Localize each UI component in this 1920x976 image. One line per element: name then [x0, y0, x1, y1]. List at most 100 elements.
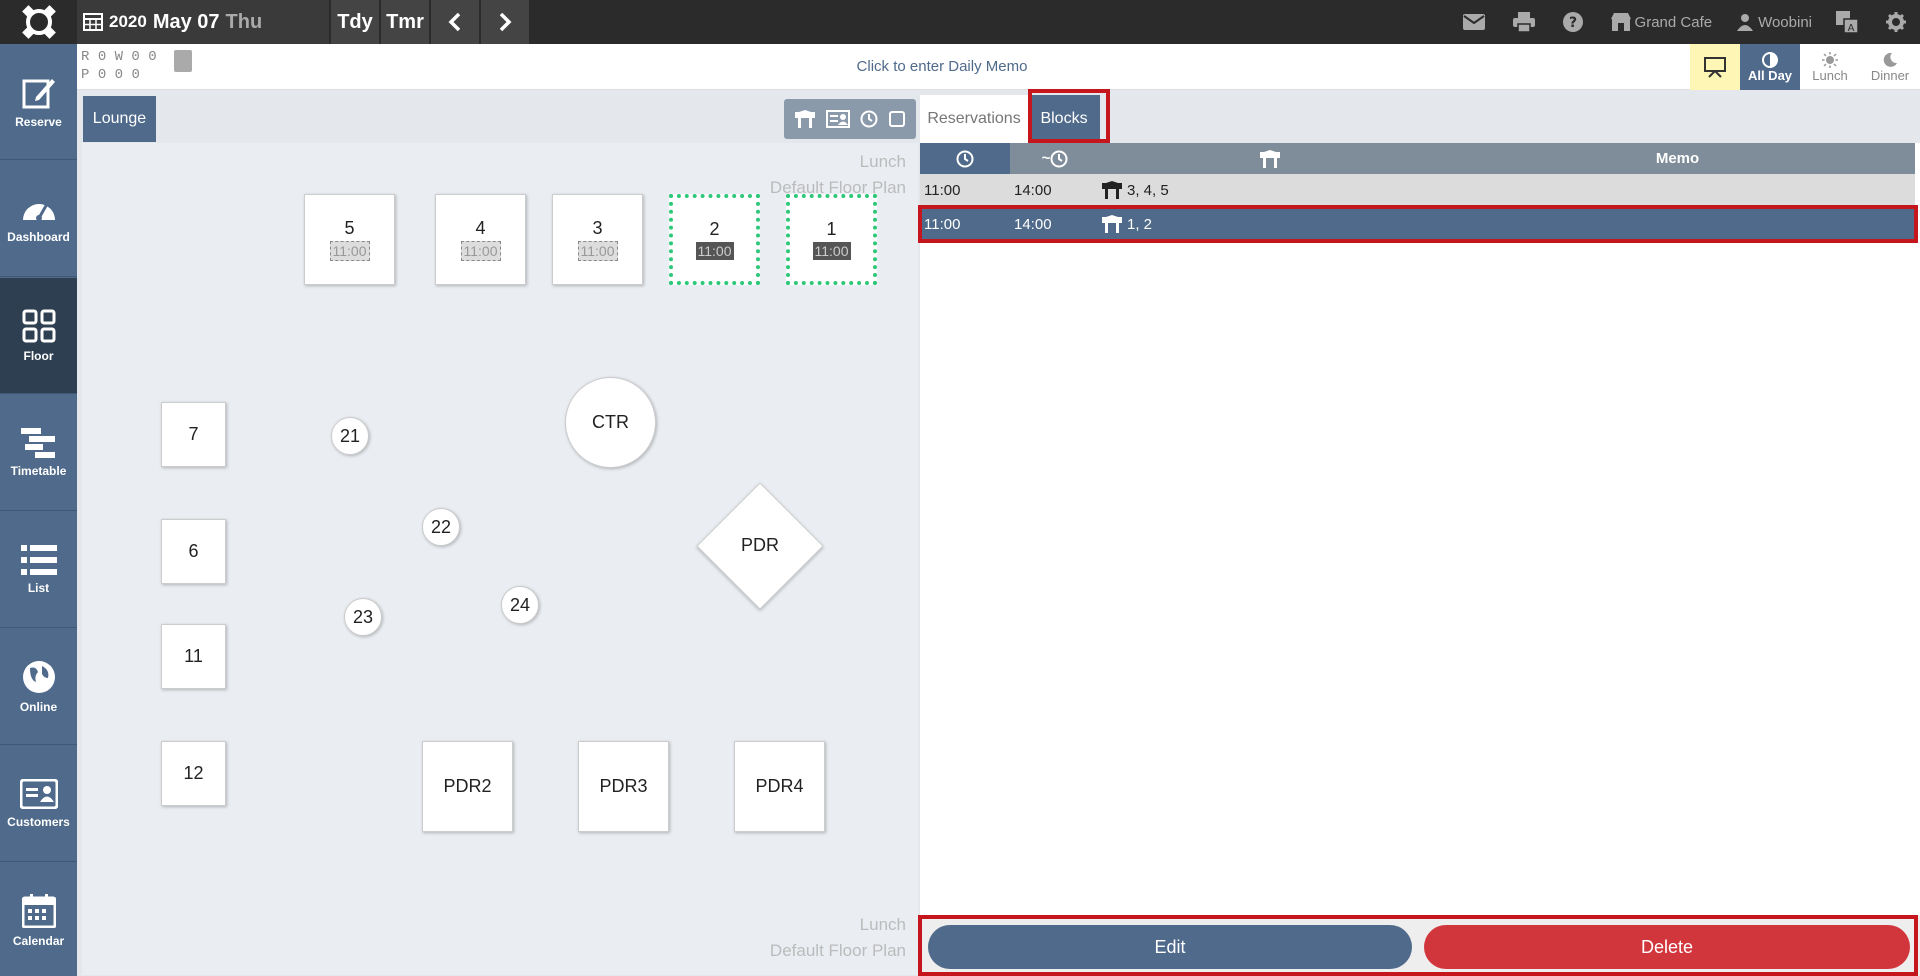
language-button[interactable]: A: [1836, 11, 1862, 33]
restaurant-selector[interactable]: Grand Cafe: [1610, 13, 1713, 31]
plan-name: Default Floor Plan: [769, 941, 906, 960]
table-21[interactable]: 21: [331, 417, 369, 455]
sidebar-item-customers[interactable]: Customers: [0, 746, 77, 862]
gauge-icon: [22, 202, 55, 221]
guest-card-icon[interactable]: [825, 110, 850, 128]
restaurant-name: Grand Cafe: [1634, 13, 1713, 31]
chevron-right-icon: [499, 12, 512, 32]
table-icon: [1102, 181, 1122, 199]
envelope-icon: [1462, 14, 1485, 30]
tab-blocks[interactable]: Blocks: [1028, 95, 1100, 143]
sidebar-item-label: Customers: [7, 814, 70, 829]
all-day-button[interactable]: All Day: [1740, 44, 1800, 90]
sidebar-item-label: Floor: [23, 348, 54, 363]
table-icon: [1102, 215, 1122, 233]
table-pdr3[interactable]: PDR3: [578, 741, 669, 832]
table-3[interactable]: 3 11:00: [552, 194, 643, 285]
sidebar-item-timetable[interactable]: Timetable: [0, 395, 77, 511]
svg-text:A: A: [1848, 23, 1855, 33]
col-start-time: [920, 143, 1010, 174]
blocks-table-header: ~ Memo: [920, 143, 1915, 174]
table-time: 11:00: [812, 242, 851, 260]
floor-plan: Lounge Lunch Default Floor Plan 5 11:00 …: [82, 95, 918, 975]
print-button[interactable]: [1512, 12, 1539, 32]
sidebar-item-online[interactable]: Online: [0, 629, 77, 745]
table-2[interactable]: 2 11:00: [669, 194, 760, 285]
all-day-label: All Day: [1747, 67, 1793, 83]
sidebar-item-label: Reserve: [15, 114, 62, 129]
settings-button[interactable]: [1886, 12, 1910, 32]
view-mode-toggle: All Day Lunch Dinner: [1690, 44, 1920, 90]
clock-icon: [1050, 150, 1068, 167]
status-row: R 0 W 0 0 P 0 0 0 Click to enter Daily M…: [77, 44, 1920, 90]
dinner-button[interactable]: Dinner: [1860, 44, 1920, 90]
sidebar-item-list[interactable]: List: [0, 512, 77, 628]
next-day-button[interactable]: [481, 0, 529, 44]
checkbox-icon[interactable]: [888, 111, 905, 127]
user-menu[interactable]: Woobini: [1736, 13, 1812, 31]
sidebar-item-floor[interactable]: Floor: [0, 278, 77, 394]
gear-icon: [1886, 12, 1906, 32]
date-picker[interactable]: 2020 May 07 Thu: [77, 0, 329, 44]
user-name: Woobini: [1758, 13, 1812, 31]
table-22[interactable]: 22: [422, 508, 460, 546]
col-end-time: ~: [1010, 143, 1100, 174]
lunch-button[interactable]: Lunch: [1800, 44, 1860, 90]
sidebar: Reserve Dashboard Floor Timetable List O…: [0, 44, 77, 976]
table-6[interactable]: 6: [161, 519, 226, 584]
sun-icon: [1822, 51, 1838, 68]
daily-memo-link[interactable]: Click to enter Daily Memo: [77, 58, 1807, 75]
table-7[interactable]: 7: [161, 402, 226, 467]
table-icon: [1260, 149, 1280, 168]
edit-icon: [22, 78, 55, 108]
table-icon[interactable]: [795, 110, 816, 128]
table-4[interactable]: 4 11:00: [435, 194, 526, 285]
globe-icon: [22, 660, 55, 693]
action-bar: Edit Delete: [920, 915, 1920, 976]
table-pdr2[interactable]: PDR2: [422, 741, 513, 832]
sidebar-item-label: List: [27, 580, 50, 595]
mail-button[interactable]: [1462, 14, 1489, 30]
top-bar: 2020 May 07 Thu Tdy Tmr ? Grand Cafe Woo…: [0, 0, 1920, 44]
block-tables: 3, 4, 5: [1127, 181, 1169, 199]
tab-reservations[interactable]: Reservations: [920, 95, 1028, 143]
table-label: 4: [475, 218, 486, 238]
table-5[interactable]: 5 11:00: [304, 194, 395, 285]
clock-icon: [956, 150, 974, 167]
calendar-grid-icon: [83, 13, 103, 31]
floor-grid-icon: [22, 309, 55, 342]
block-row-selected[interactable]: 11:00 14:00 1, 2: [920, 208, 1915, 240]
table-11[interactable]: 11: [161, 624, 226, 689]
moon-icon: [1883, 52, 1897, 67]
table-1[interactable]: 1 11:00: [786, 194, 877, 285]
question-icon: ?: [1562, 12, 1583, 32]
table-label: 1: [826, 219, 837, 239]
table-time: 11:00: [329, 241, 370, 261]
help-button[interactable]: ?: [1562, 12, 1587, 32]
sidebar-item-label: Dashboard: [7, 229, 70, 244]
sidebar-item-reserve[interactable]: Reserve: [0, 44, 77, 160]
prev-day-button[interactable]: [431, 0, 479, 44]
delete-button[interactable]: Delete: [1424, 925, 1910, 969]
tomorrow-button[interactable]: Tmr: [381, 0, 429, 44]
presentation-view-button[interactable]: [1690, 44, 1740, 90]
table-12[interactable]: 12: [161, 741, 226, 806]
table-24[interactable]: 24: [501, 586, 539, 624]
sidebar-item-calendar[interactable]: Calendar: [0, 863, 77, 976]
tab-lounge[interactable]: Lounge: [83, 96, 156, 142]
chevron-left-icon: [448, 12, 461, 32]
block-start: 11:00: [924, 215, 961, 233]
today-button[interactable]: Tdy: [331, 0, 379, 44]
edit-button[interactable]: Edit: [928, 925, 1412, 969]
clock-icon[interactable]: [860, 110, 878, 128]
sidebar-item-dashboard[interactable]: Dashboard: [0, 161, 77, 277]
table-pdr4[interactable]: PDR4: [734, 741, 825, 832]
date-month-day: May 07: [152, 10, 220, 33]
table-time: 11:00: [460, 241, 501, 261]
app-logo[interactable]: [0, 0, 77, 44]
svg-text:?: ?: [1568, 15, 1576, 31]
block-row[interactable]: 11:00 14:00 3, 4, 5: [920, 174, 1915, 206]
table-time: 11:00: [577, 241, 618, 261]
table-ctr[interactable]: CTR: [565, 377, 656, 468]
table-23[interactable]: 23: [344, 598, 382, 636]
